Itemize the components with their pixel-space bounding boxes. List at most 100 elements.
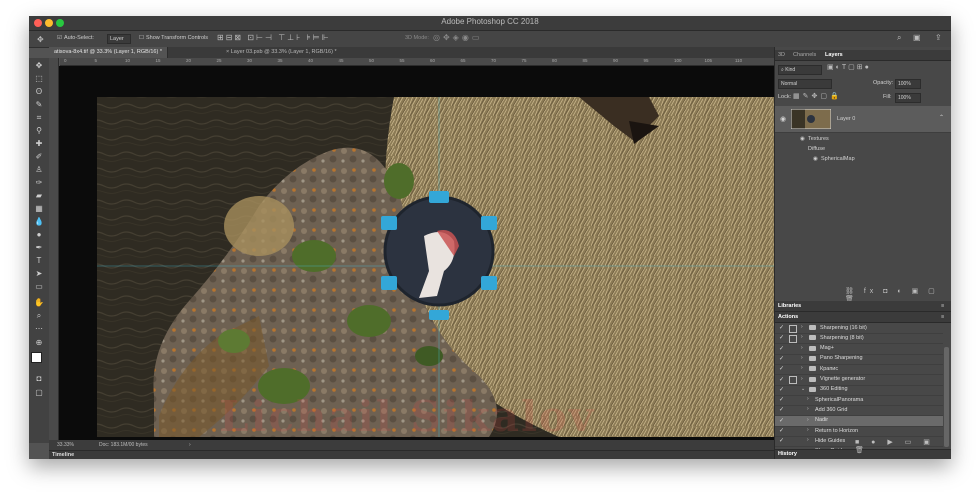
timeline-tab[interactable]: Timeline <box>52 452 74 458</box>
layer-row-layer-0[interactable]: ◉ Layer 0 ⌃ <box>775 106 951 133</box>
chevron-right-icon[interactable]: › <box>801 376 803 382</box>
toggle-item-checkbox[interactable]: ✓ <box>779 376 784 383</box>
brush-tool-icon[interactable]: ✐ <box>33 152 45 162</box>
zoom-level[interactable]: 33.33% <box>57 442 74 448</box>
history-brush-tool-icon[interactable]: ✑ <box>33 178 45 188</box>
folder-icon <box>809 345 816 351</box>
blur-tool-icon[interactable]: 💧 <box>33 217 45 227</box>
horizontal-ruler: 0 5 10 15 20 25 30 35 40 45 50 55 60 65 70 75 80 85 90 95 10… <box>60 58 774 66</box>
chevron-right-icon[interactable]: › <box>807 396 809 402</box>
workspace-icon[interactable]: ▣ <box>913 33 921 42</box>
toggle-item-checkbox[interactable]: ✓ <box>779 334 784 341</box>
filter-type-icons[interactable]: ▣◐T▢⊞● <box>827 63 871 71</box>
toggle-item-checkbox[interactable]: ✓ <box>779 396 784 403</box>
chevron-right-icon[interactable]: › <box>807 437 809 443</box>
eyedropper-tool-icon[interactable]: ⚲ <box>33 126 45 136</box>
eye-icon[interactable]: ◉ <box>800 136 805 142</box>
dialog-toggle-icon[interactable] <box>789 324 797 333</box>
toggle-item-checkbox[interactable]: ✓ <box>779 386 784 393</box>
screen-mode-icon[interactable]: ▢ <box>33 388 45 398</box>
toggle-item-checkbox[interactable]: ✓ <box>779 427 784 434</box>
opacity-input[interactable]: 100% <box>895 79 921 89</box>
eraser-tool-icon[interactable]: ▰ <box>33 191 45 201</box>
vertical-ruler <box>49 58 59 441</box>
panel-menu-icon[interactable]: ≡ <box>941 314 944 320</box>
panel-menu-icon[interactable]: ≡ <box>941 303 944 309</box>
chevron-right-icon[interactable]: › <box>801 334 803 340</box>
shape-tool-icon[interactable]: ▭ <box>33 282 45 292</box>
search-icon[interactable]: ⌕ <box>897 33 901 43</box>
tab-layers[interactable]: Layers <box>825 52 843 58</box>
toggle-item-checkbox[interactable]: ✓ <box>779 324 784 331</box>
move-tool-icon[interactable]: ✥ <box>33 61 45 71</box>
chevron-right-icon[interactable]: › <box>801 324 803 330</box>
eye-icon[interactable]: ◉ <box>780 115 786 123</box>
tab-3d[interactable]: 3D <box>778 52 785 58</box>
chevron-right-icon[interactable]: › <box>807 417 809 423</box>
status-arrow-icon[interactable]: › <box>189 442 191 448</box>
healing-tool-icon[interactable]: ✚ <box>33 139 45 149</box>
tab-history[interactable]: History <box>778 451 797 457</box>
fx-toggle-icon[interactable]: ⌃ <box>939 114 944 121</box>
3d-mode-icons[interactable]: ◎✥◈◉▭ <box>433 33 482 42</box>
layer-name[interactable]: Layer 0 <box>837 116 855 122</box>
chevron-right-icon[interactable]: › <box>801 345 803 351</box>
chevron-right-icon[interactable]: › <box>807 427 809 433</box>
action-label: Hide Guides <box>815 437 846 444</box>
auto-select-dropdown[interactable]: Layer <box>107 34 131 44</box>
toggle-item-checkbox[interactable]: ✓ <box>779 355 784 362</box>
kind-filter-dropdown[interactable]: ⌕ Kind <box>778 65 822 75</box>
stamp-tool-icon[interactable]: ♙ <box>33 165 45 175</box>
dodge-tool-icon[interactable]: ● <box>33 230 45 240</box>
toggle-item-checkbox[interactable]: ✓ <box>779 406 784 413</box>
tab-channels[interactable]: Channels <box>793 52 816 58</box>
foreground-color-swatch[interactable] <box>31 352 42 363</box>
quick-select-tool-icon[interactable]: ✎ <box>33 100 45 110</box>
action-playback-icons[interactable]: ■ ● ▶ ▭ ▣ 🗑 <box>855 438 951 454</box>
quick-mask-icon[interactable]: ◘ <box>33 374 45 384</box>
chevron-right-icon[interactable]: › <box>807 406 809 412</box>
document-canvas[interactable]: Lichail Sikalov <box>59 66 774 440</box>
share-icon[interactable]: ⇪ <box>935 33 942 42</box>
actions-scrollbar[interactable] <box>944 347 949 447</box>
crop-tool-icon[interactable]: ⌗ <box>33 113 45 123</box>
type-tool-icon[interactable]: T <box>33 256 45 266</box>
edit-toolbar-icon[interactable]: ⊕ <box>33 338 45 348</box>
eye-icon[interactable]: ◉ <box>813 156 818 162</box>
fill-input[interactable]: 100% <box>895 93 921 103</box>
chevron-right-icon[interactable]: › <box>801 365 803 371</box>
dialog-toggle-icon[interactable] <box>789 376 797 384</box>
ruler-tick-label: 45 <box>338 58 344 63</box>
lasso-tool-icon[interactable]: ʘ <box>33 87 45 97</box>
marquee-tool-icon[interactable]: ⬚ <box>33 74 45 84</box>
ruler-tick-label: 10 <box>125 58 131 63</box>
path-select-tool-icon[interactable]: ➤ <box>33 269 45 279</box>
toggle-item-checkbox[interactable]: ✓ <box>779 365 784 372</box>
move-tool-icon[interactable]: ✥ <box>37 35 44 44</box>
toggle-item-checkbox[interactable]: ✓ <box>779 417 784 424</box>
opacity-label: Opacity: <box>873 80 894 86</box>
gradient-tool-icon[interactable]: ▦ <box>33 204 45 214</box>
chevron-down-icon[interactable]: ⌄ <box>801 386 805 392</box>
toggle-item-checkbox[interactable]: ✓ <box>779 345 784 352</box>
zoom-tool-icon[interactable]: ⌕ <box>33 311 45 321</box>
action-label: SphericalPanorama <box>815 396 864 403</box>
hand-tool-icon[interactable]: ✋ <box>33 298 45 308</box>
blend-mode-dropdown[interactable]: Normal <box>778 79 832 89</box>
tab-actions[interactable]: Actions <box>778 314 798 320</box>
auto-select-checkbox[interactable]: ☑ <box>57 35 62 41</box>
doc-tab-active[interactable]: atisova-8x4.tif @ 33.3% (Layer 1, RGB/16… <box>49 47 168 58</box>
dialog-toggle-icon[interactable] <box>789 334 797 343</box>
more-tools-icon[interactable]: ⋯ <box>33 324 45 334</box>
action-label: Vignette generator <box>820 376 866 382</box>
toggle-item-checkbox[interactable]: ✓ <box>779 437 784 444</box>
align-icons[interactable]: ⊞⊟⊠ ⊡⊢⊣ ⊤⊥⊦ ⊧⊨⊩ <box>217 33 331 42</box>
ruler-tick-label: 80 <box>552 58 558 63</box>
options-bar: ✥ ☑ Auto-Select: Layer ☐ Show Transform … <box>29 31 951 48</box>
doc-tab-2[interactable]: × Layer 03.psb @ 33.3% (Layer 1, RGB/16)… <box>221 47 342 58</box>
chevron-right-icon[interactable]: › <box>801 355 803 361</box>
tab-libraries[interactable]: Libraries <box>778 303 801 309</box>
lock-icons[interactable]: ▦✎✥▢🔒 <box>793 92 842 100</box>
pen-tool-icon[interactable]: ✒ <box>33 243 45 253</box>
show-transform-checkbox[interactable]: ☐ <box>139 35 144 41</box>
